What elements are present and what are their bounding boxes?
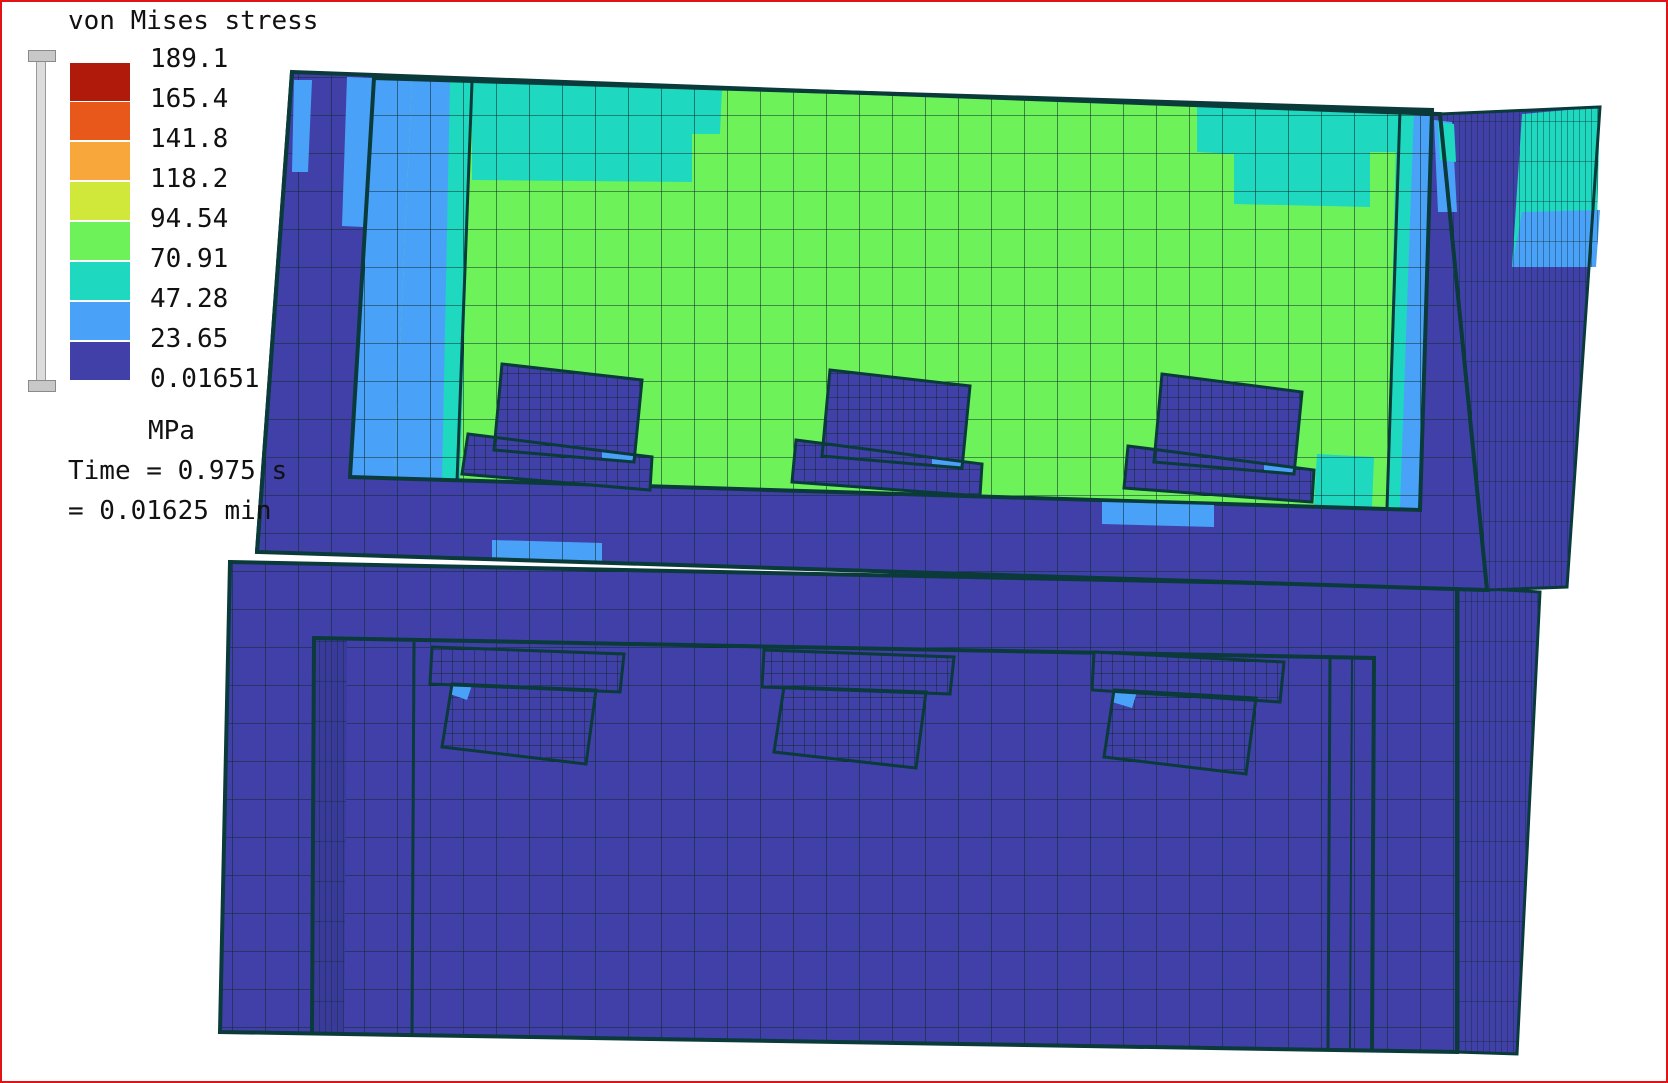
time-label: Time = 0.975 s <box>68 456 288 486</box>
legend-tick-label: 0.01651 <box>150 364 260 394</box>
legend-tick-label: 165.4 <box>150 84 229 114</box>
legend-slider-bottom-handle[interactable] <box>28 380 56 392</box>
legend-swatch <box>70 302 130 341</box>
legend-tick-label: 118.2 <box>150 164 229 194</box>
legend-tick-label: 47.28 <box>150 284 229 314</box>
stress-legend: von Mises stress 189.1 165.4 141.8 118.2… <box>2 2 362 542</box>
lower-block <box>217 559 1542 1056</box>
time-minutes-label: = 0.01625 min <box>68 496 272 526</box>
legend-swatch <box>70 262 130 301</box>
legend-title: von Mises stress <box>68 6 319 36</box>
legend-slider-top-handle[interactable] <box>28 50 56 62</box>
legend-swatch <box>70 63 130 102</box>
legend-tick-label: 94.54 <box>150 204 229 234</box>
upper-block <box>254 69 1602 593</box>
legend-swatch <box>70 222 130 261</box>
legend-swatch <box>70 182 130 221</box>
legend-swatch <box>70 102 130 141</box>
legend-tick-label: 23.65 <box>150 324 229 354</box>
legend-range-slider[interactable] <box>36 57 46 389</box>
legend-unit: MPa <box>148 416 195 446</box>
legend-tick-label: 189.1 <box>150 44 229 74</box>
legend-swatch <box>70 342 130 381</box>
legend-tick-label: 141.8 <box>150 124 229 154</box>
legend-tick-label: 70.91 <box>150 244 229 274</box>
legend-swatch <box>70 142 130 181</box>
fea-viewport[interactable]: von Mises stress 189.1 165.4 141.8 118.2… <box>0 0 1668 1083</box>
